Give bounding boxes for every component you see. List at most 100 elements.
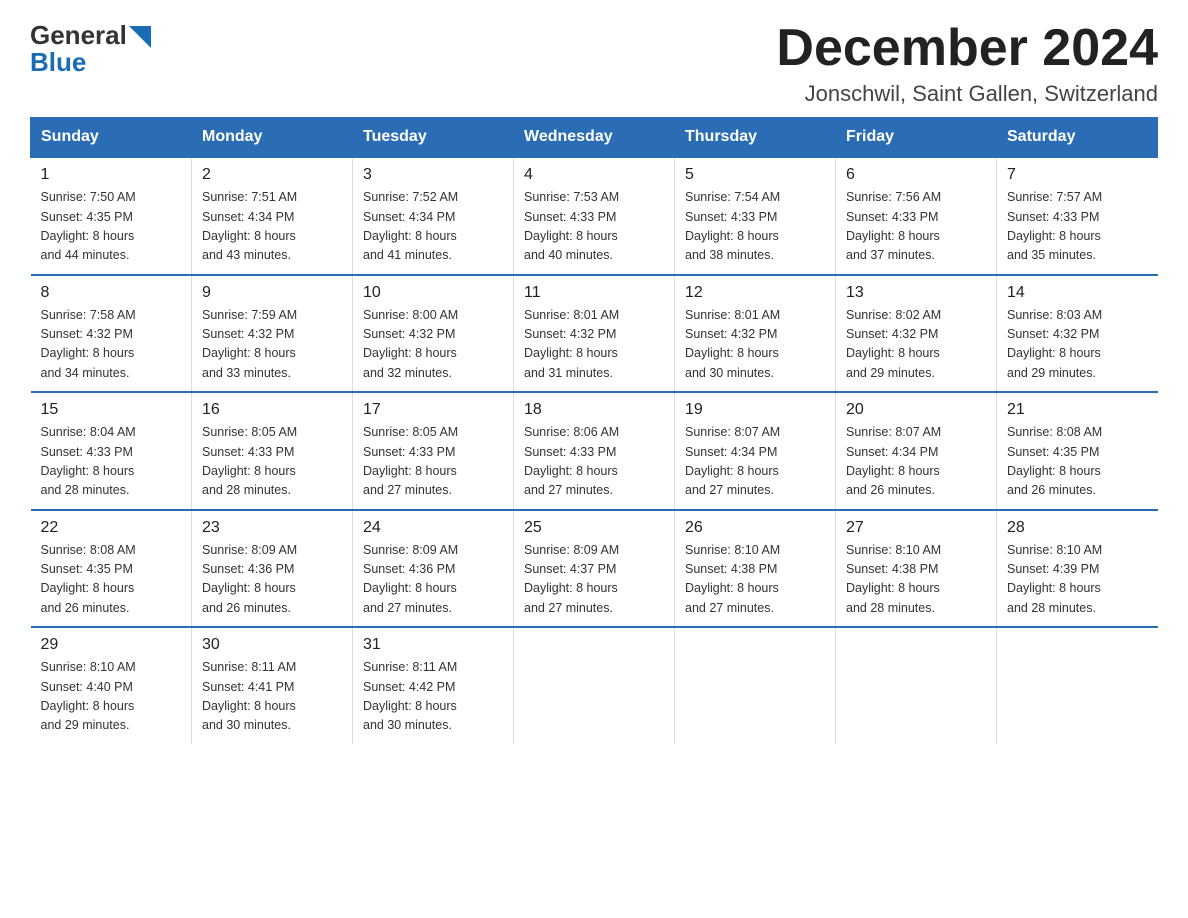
day-info: Sunrise: 8:04 AMSunset: 4:33 PMDaylight:… — [41, 423, 182, 501]
day-info: Sunrise: 7:58 AMSunset: 4:32 PMDaylight:… — [41, 306, 182, 384]
day-number: 16 — [202, 401, 342, 419]
header-saturday: Saturday — [997, 118, 1158, 158]
day-number: 3 — [363, 166, 503, 184]
table-row: 2Sunrise: 7:51 AMSunset: 4:34 PMDaylight… — [192, 157, 353, 275]
table-row: 15Sunrise: 8:04 AMSunset: 4:33 PMDayligh… — [31, 392, 192, 510]
day-number: 7 — [1007, 166, 1148, 184]
day-info: Sunrise: 8:01 AMSunset: 4:32 PMDaylight:… — [524, 306, 664, 384]
day-number: 28 — [1007, 519, 1148, 537]
day-info: Sunrise: 8:05 AMSunset: 4:33 PMDaylight:… — [202, 423, 342, 501]
header-wednesday: Wednesday — [514, 118, 675, 158]
day-info: Sunrise: 8:09 AMSunset: 4:37 PMDaylight:… — [524, 541, 664, 619]
day-number: 14 — [1007, 284, 1148, 302]
day-number: 27 — [846, 519, 986, 537]
table-row: 4 Sunrise: 7:53 AMSunset: 4:33 PMDaylight… — [514, 157, 675, 275]
calendar-header-row: Sunday Monday Tuesday Wednesday Thursday… — [31, 118, 1158, 158]
day-info: Sunrise: 8:10 AMSunset: 4:38 PMDaylight:… — [846, 541, 986, 619]
table-row: 16 Sunrise: 8:05 AMSunset: 4:33 PMDayligh… — [192, 392, 353, 510]
table-row: 30 Sunrise: 8:11 AMSunset: 4:41 PMDayligh… — [192, 627, 353, 744]
table-row: 12 Sunrise: 8:01 AMSunset: 4:32 PMDayligh… — [675, 275, 836, 393]
day-number: 23 — [202, 519, 342, 537]
table-row: 14 Sunrise: 8:03 AMSunset: 4:32 PMDayligh… — [997, 275, 1158, 393]
day-info: Sunrise: 7:54 AMSunset: 4:33 PMDaylight:… — [685, 188, 825, 266]
table-row: 27 Sunrise: 8:10 AMSunset: 4:38 PMDayligh… — [836, 510, 997, 628]
table-row — [675, 627, 836, 744]
day-number: 26 — [685, 519, 825, 537]
day-number: 12 — [685, 284, 825, 302]
day-number: 13 — [846, 284, 986, 302]
table-row: 23Sunrise: 8:09 AMSunset: 4:36 PMDayligh… — [192, 510, 353, 628]
calendar-title: December 2024 — [776, 20, 1158, 77]
table-row: 11 Sunrise: 8:01 AMSunset: 4:32 PMDayligh… — [514, 275, 675, 393]
table-row: 17Sunrise: 8:05 AMSunset: 4:33 PMDayligh… — [353, 392, 514, 510]
day-number: 19 — [685, 401, 825, 419]
day-number: 18 — [524, 401, 664, 419]
day-info: Sunrise: 8:11 AMSunset: 4:41 PMDaylight:… — [202, 658, 342, 736]
table-row: 8 Sunrise: 7:58 AMSunset: 4:32 PMDaylight… — [31, 275, 192, 393]
day-info: Sunrise: 8:03 AMSunset: 4:32 PMDaylight:… — [1007, 306, 1148, 384]
table-row: 29 Sunrise: 8:10 AMSunset: 4:40 PMDayligh… — [31, 627, 192, 744]
table-row: 24 Sunrise: 8:09 AMSunset: 4:36 PMDayligh… — [353, 510, 514, 628]
day-number: 22 — [41, 519, 182, 537]
day-number: 21 — [1007, 401, 1148, 419]
day-info: Sunrise: 8:02 AMSunset: 4:32 PMDaylight:… — [846, 306, 986, 384]
day-info: Sunrise: 8:00 AMSunset: 4:32 PMDaylight:… — [363, 306, 503, 384]
table-row: 20 Sunrise: 8:07 AMSunset: 4:34 PMDayligh… — [836, 392, 997, 510]
table-row: 21 Sunrise: 8:08 AMSunset: 4:35 PMDayligh… — [997, 392, 1158, 510]
location-subtitle: Jonschwil, Saint Gallen, Switzerland — [776, 81, 1158, 107]
day-info: Sunrise: 8:01 AMSunset: 4:32 PMDaylight:… — [685, 306, 825, 384]
day-number: 4 — [524, 166, 664, 184]
header-sunday: Sunday — [31, 118, 192, 158]
table-row: 6 Sunrise: 7:56 AMSunset: 4:33 PMDaylight… — [836, 157, 997, 275]
header-tuesday: Tuesday — [353, 118, 514, 158]
day-number: 9 — [202, 284, 342, 302]
day-number: 20 — [846, 401, 986, 419]
header-monday: Monday — [192, 118, 353, 158]
day-number: 25 — [524, 519, 664, 537]
table-row: 9Sunrise: 7:59 AMSunset: 4:32 PMDaylight… — [192, 275, 353, 393]
table-row: 31 Sunrise: 8:11 AMSunset: 4:42 PMDayligh… — [353, 627, 514, 744]
table-row: 7 Sunrise: 7:57 AMSunset: 4:33 PMDaylight… — [997, 157, 1158, 275]
day-number: 8 — [41, 284, 182, 302]
table-row — [836, 627, 997, 744]
day-info: Sunrise: 8:07 AMSunset: 4:34 PMDaylight:… — [846, 423, 986, 501]
page-header: General Blue December 2024 Jonschwil, Sa… — [30, 20, 1158, 107]
day-info: Sunrise: 8:10 AMSunset: 4:38 PMDaylight:… — [685, 541, 825, 619]
day-number: 31 — [363, 636, 503, 654]
day-number: 5 — [685, 166, 825, 184]
table-row: 3Sunrise: 7:52 AMSunset: 4:34 PMDaylight… — [353, 157, 514, 275]
day-info: Sunrise: 8:11 AMSunset: 4:42 PMDaylight:… — [363, 658, 503, 736]
day-info: Sunrise: 8:08 AMSunset: 4:35 PMDaylight:… — [41, 541, 182, 619]
day-info: Sunrise: 8:08 AMSunset: 4:35 PMDaylight:… — [1007, 423, 1148, 501]
table-row — [997, 627, 1158, 744]
table-row: 10Sunrise: 8:00 AMSunset: 4:32 PMDayligh… — [353, 275, 514, 393]
header-thursday: Thursday — [675, 118, 836, 158]
day-number: 6 — [846, 166, 986, 184]
table-row: 19 Sunrise: 8:07 AMSunset: 4:34 PMDayligh… — [675, 392, 836, 510]
day-number: 11 — [524, 284, 664, 302]
day-info: Sunrise: 8:10 AMSunset: 4:40 PMDaylight:… — [41, 658, 182, 736]
day-info: Sunrise: 8:07 AMSunset: 4:34 PMDaylight:… — [685, 423, 825, 501]
table-row: 13 Sunrise: 8:02 AMSunset: 4:32 PMDayligh… — [836, 275, 997, 393]
logo-triangle-icon — [129, 26, 151, 48]
table-row — [514, 627, 675, 744]
calendar-week-row: 15Sunrise: 8:04 AMSunset: 4:33 PMDayligh… — [31, 392, 1158, 510]
day-number: 29 — [41, 636, 182, 654]
table-row: 5 Sunrise: 7:54 AMSunset: 4:33 PMDaylight… — [675, 157, 836, 275]
day-number: 24 — [363, 519, 503, 537]
day-number: 1 — [41, 166, 182, 184]
table-row: 22 Sunrise: 8:08 AMSunset: 4:35 PMDayligh… — [31, 510, 192, 628]
table-row: 18 Sunrise: 8:06 AMSunset: 4:33 PMDayligh… — [514, 392, 675, 510]
day-number: 30 — [202, 636, 342, 654]
day-info: Sunrise: 8:09 AMSunset: 4:36 PMDaylight:… — [363, 541, 503, 619]
day-info: Sunrise: 7:57 AMSunset: 4:33 PMDaylight:… — [1007, 188, 1148, 266]
day-info: Sunrise: 8:10 AMSunset: 4:39 PMDaylight:… — [1007, 541, 1148, 619]
day-info: Sunrise: 7:56 AMSunset: 4:33 PMDaylight:… — [846, 188, 986, 266]
day-info: Sunrise: 7:53 AMSunset: 4:33 PMDaylight:… — [524, 188, 664, 266]
day-info: Sunrise: 7:50 AMSunset: 4:35 PMDaylight:… — [41, 188, 182, 266]
calendar-table: Sunday Monday Tuesday Wednesday Thursday… — [30, 117, 1158, 744]
day-info: Sunrise: 8:06 AMSunset: 4:33 PMDaylight:… — [524, 423, 664, 501]
calendar-week-row: 22 Sunrise: 8:08 AMSunset: 4:35 PMDayligh… — [31, 510, 1158, 628]
table-row: 1 Sunrise: 7:50 AMSunset: 4:35 PMDaylight… — [31, 157, 192, 275]
calendar-week-row: 8 Sunrise: 7:58 AMSunset: 4:32 PMDaylight… — [31, 275, 1158, 393]
